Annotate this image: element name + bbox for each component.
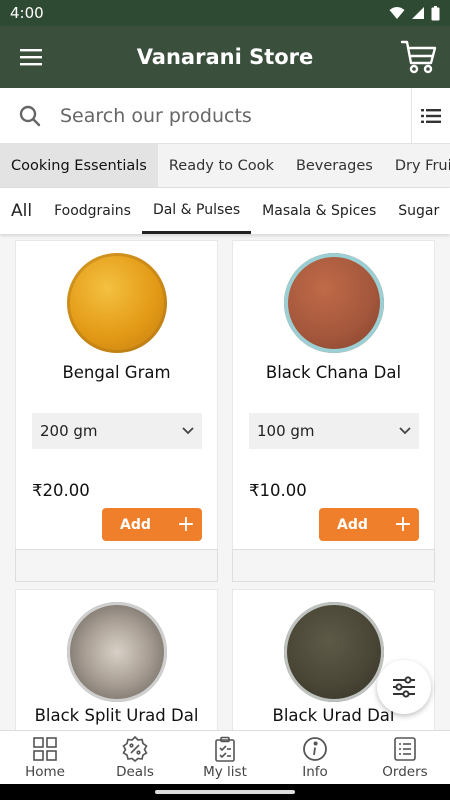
grid-icon: [33, 736, 57, 761]
add-label: Add: [337, 516, 368, 533]
add-to-cart-button[interactable]: Add +: [319, 508, 419, 541]
size-value: 100 gm: [257, 422, 315, 440]
product-card[interactable]: Bengal Gram 200 gm ₹20.00 Add +: [15, 240, 218, 582]
nav-label: My list: [203, 763, 247, 780]
nav-label: Deals: [116, 763, 154, 780]
tab-ready-to-cook[interactable]: Ready to Cook: [158, 144, 285, 187]
subtab-masala-spices[interactable]: Masala & Spices: [251, 188, 387, 234]
card-footer: [232, 549, 435, 582]
tab-cooking-essentials[interactable]: Cooking Essentials: [0, 144, 158, 187]
size-select[interactable]: 200 gm: [32, 413, 202, 449]
category-tabs: Cooking Essentials Ready to Cook Beverag…: [0, 144, 450, 188]
product-image: [67, 253, 167, 353]
system-icons: [389, 5, 440, 21]
tab-dry-fruits[interactable]: Dry Fruits: [384, 144, 450, 187]
nav-deals[interactable]: Deals: [90, 731, 180, 784]
app-title: Vanarani Store: [136, 45, 314, 69]
search-bar: Search our products: [0, 87, 450, 144]
chevron-down-icon: [399, 427, 411, 435]
product-card[interactable]: Black Chana Dal 100 gm ₹10.00 Add +: [232, 240, 435, 582]
tab-beverages[interactable]: Beverages: [285, 144, 384, 187]
subtab-dal-pulses[interactable]: Dal & Pulses: [141, 188, 252, 234]
nav-label: Info: [302, 763, 328, 780]
app-bar: Vanarani Store: [0, 26, 450, 88]
product-price: ₹10.00: [249, 481, 307, 500]
status-time: 4:00: [10, 4, 44, 22]
nav-orders[interactable]: Orders: [360, 731, 450, 784]
chevron-down-icon: [182, 427, 194, 435]
clipboard-icon: [215, 736, 235, 762]
nav-label: Home: [25, 763, 65, 780]
size-select[interactable]: 100 gm: [249, 413, 419, 449]
menu-button[interactable]: [0, 26, 62, 88]
nav-home[interactable]: Home: [0, 731, 90, 784]
size-value: 200 gm: [40, 422, 98, 440]
status-bar: 4:00: [0, 0, 450, 26]
list-icon: [421, 108, 441, 123]
nav-my-list[interactable]: My list: [180, 731, 270, 784]
product-grid: Bengal Gram 200 gm ₹20.00 Add + Black Ch…: [0, 234, 450, 730]
info-icon: [303, 736, 327, 761]
cart-icon: [400, 40, 437, 74]
battery-icon: [431, 5, 440, 20]
add-to-cart-button[interactable]: Add +: [102, 508, 202, 541]
discount-icon: [122, 735, 148, 762]
list-view-button[interactable]: [412, 108, 450, 123]
signal-icon: [412, 7, 424, 19]
subcategory-tabs: All Foodgrains Dal & Pulses Masala & Spi…: [0, 188, 450, 234]
subtab-sugar[interactable]: Sugar: [387, 188, 450, 234]
product-image: [284, 253, 384, 353]
gesture-bar: [0, 784, 450, 800]
nav-label: Orders: [382, 763, 428, 780]
subtab-all[interactable]: All: [0, 188, 43, 234]
product-price: ₹20.00: [32, 481, 90, 500]
product-name: Black Chana Dal: [265, 363, 402, 382]
product-image: [284, 602, 384, 702]
hamburger-icon: [20, 49, 42, 66]
nav-info[interactable]: Info: [270, 731, 360, 784]
product-image: [67, 602, 167, 702]
product-name: Black Split Urad Dal: [34, 706, 199, 725]
wifi-icon: [389, 7, 405, 19]
card-footer: [15, 549, 218, 582]
cart-button[interactable]: [388, 26, 450, 88]
bottom-nav: Home Deals My list Info Orders: [0, 730, 450, 784]
plus-icon: +: [176, 512, 196, 537]
orders-icon: [394, 736, 416, 761]
plus-icon: +: [393, 512, 413, 537]
search-icon: [0, 105, 60, 127]
gesture-handle[interactable]: [155, 790, 295, 794]
filter-sliders-icon: [393, 676, 415, 698]
product-name: Bengal Gram: [62, 363, 171, 382]
add-label: Add: [120, 516, 151, 533]
subtab-foodgrains[interactable]: Foodgrains: [43, 188, 142, 234]
search-input[interactable]: Search our products: [60, 87, 412, 144]
filter-button[interactable]: [377, 660, 431, 714]
product-card[interactable]: Black Split Urad Dal: [15, 589, 218, 730]
